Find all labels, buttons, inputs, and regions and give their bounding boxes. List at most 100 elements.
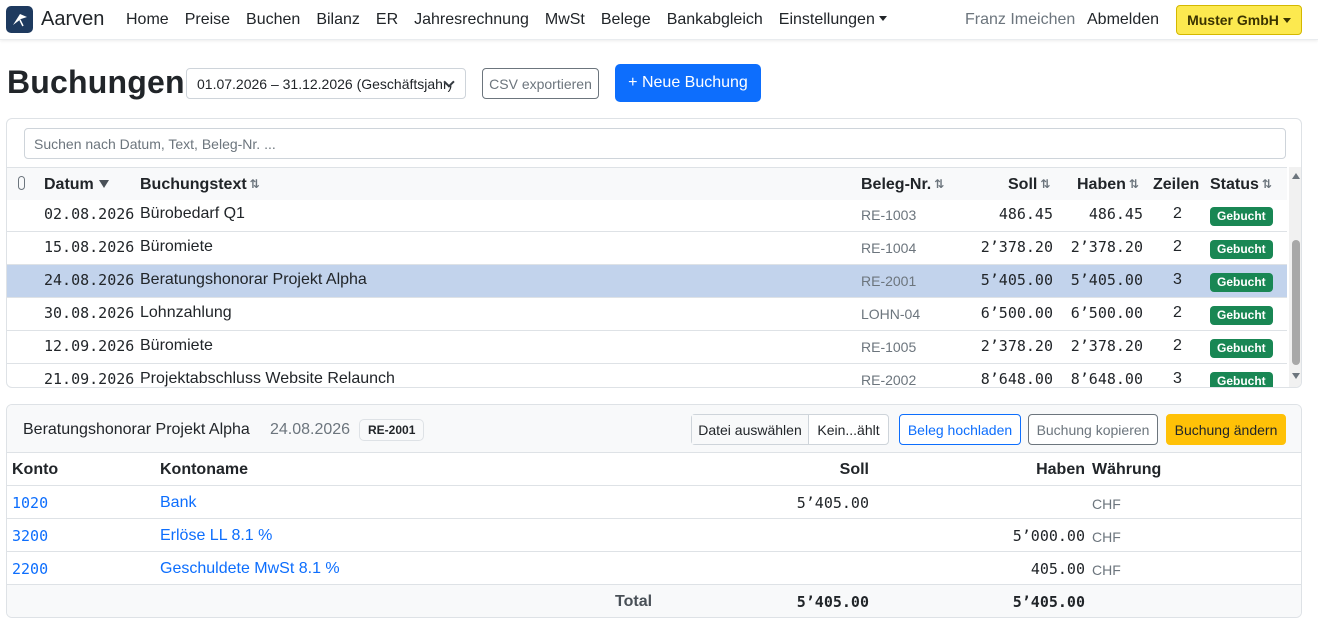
logout-link[interactable]: Abmelden [1087, 11, 1159, 29]
copy-booking-button[interactable]: Buchung kopieren [1028, 414, 1158, 445]
detail-line-row: 2200 Geschuldete MwSt 8.1 % 405.00 CHF [7, 552, 1301, 585]
nav-er[interactable]: ER [376, 11, 398, 29]
bookings-table-header: Datum Buchungstext ⇅ Beleg-Nr. ⇅ Soll ⇅ Hab… [7, 167, 1287, 200]
scroll-thumb[interactable] [1292, 240, 1300, 365]
row-date: 12.09.2026 [44, 337, 135, 355]
row-text: Büromiete [140, 337, 213, 354]
row-text: Bürobedarf Q1 [140, 205, 245, 222]
nav-jahresrechnung[interactable]: Jahresrechnung [414, 11, 529, 29]
table-row[interactable]: 30.08.2026 Lohnzahlung LOHN-04 6’500.00 … [7, 298, 1287, 331]
column-header-waehrung: Währung [1092, 461, 1162, 478]
status-badge: Gebucht [1210, 207, 1273, 226]
row-soll: 2’378.20 [980, 337, 1053, 355]
top-navbar: Aarven Home Preise Buchen Bilanz ER Jahr… [0, 0, 1318, 40]
brand[interactable]: Aarven [6, 6, 104, 33]
column-header-label: Status [1210, 176, 1259, 193]
detail-ref-badge: RE-2001 [359, 419, 425, 441]
row-date: 21.09.2026 [44, 370, 135, 388]
account-link[interactable]: 3200 [12, 527, 48, 545]
row-text: Lohnzahlung [140, 304, 232, 321]
nav-einstellungen-dropdown[interactable]: Einstellungen [779, 11, 887, 29]
column-header-buchungstext[interactable]: Buchungstext ⇅ [140, 176, 260, 194]
company-dropdown[interactable]: Muster GmbH [1176, 5, 1302, 35]
column-header-label: Haben [1077, 176, 1126, 193]
file-input[interactable]: Datei auswählen Kein...ählt [691, 414, 889, 445]
bookings-card: Datum Buchungstext⇅ Beleg-Nr.⇅ Soll⇅ Hab… [6, 118, 1302, 388]
account-link[interactable]: 2200 [12, 560, 48, 578]
row-date: 30.08.2026 [44, 304, 135, 322]
account-name-link[interactable]: Geschuldete MwSt 8.1 % [160, 560, 340, 578]
upload-receipt-button[interactable]: Beleg hochladen [899, 414, 1021, 445]
csv-export-button[interactable]: CSV exportieren [482, 68, 599, 99]
column-header-datum[interactable]: Datum [44, 176, 109, 194]
sort-desc-icon [98, 180, 109, 188]
table-row[interactable]: 02.08.2026 Bürobedarf Q1 RE-1003 486.45 … [7, 199, 1287, 232]
table-row[interactable]: 12.09.2026 Büromiete RE-1005 2’378.20 2’… [7, 331, 1287, 364]
row-ref: RE-1004 [861, 240, 917, 256]
brand-logo-icon [6, 6, 33, 33]
nav-mwst[interactable]: MwSt [545, 11, 585, 29]
account-link[interactable]: 1020 [12, 494, 48, 512]
line-currency: CHF [1092, 562, 1121, 578]
row-date: 02.08.2026 [44, 205, 135, 223]
period-select[interactable]: 01.07.2026 – 31.12.2026 (Geschäftsjahr) [186, 68, 466, 99]
nav-buchen[interactable]: Buchen [246, 11, 300, 29]
row-lines: 2 [1173, 205, 1182, 222]
table-row-selected[interactable]: 24.08.2026 Beratungshonorar Projekt Alph… [7, 265, 1287, 298]
file-name-label: Kein...ählt [817, 421, 880, 438]
account-name-link[interactable]: Erlöse LL 8.1 % [160, 527, 272, 545]
detail-date: 24.08.2026 [270, 421, 351, 438]
row-haben: 6’500.00 [1070, 304, 1143, 322]
row-text: Büromiete [140, 238, 213, 255]
scroll-down-icon[interactable] [1292, 373, 1300, 379]
search-input[interactable] [24, 128, 1286, 159]
row-haben: 2’378.20 [1070, 337, 1143, 355]
sort-icon: ⇅ [934, 177, 945, 191]
table-row[interactable]: 15.08.2026 Büromiete RE-1004 2’378.20 2’… [7, 232, 1287, 265]
total-label: Total [615, 593, 653, 610]
nav-links: Home Preise Buchen Bilanz ER Jahresrechn… [126, 11, 903, 29]
detail-table-header: Konto Kontoname Soll Haben Währung [7, 453, 1301, 486]
new-booking-button[interactable]: + Neue Buchung [615, 64, 761, 102]
column-header-label: Buchungstext [140, 176, 247, 193]
detail-total-row: Total 5’405.00 5’405.00 [7, 585, 1301, 617]
detail-line-row: 3200 Erlöse LL 8.1 % 5’000.00 CHF [7, 519, 1301, 552]
table-row[interactable]: 21.09.2026 Projektabschluss Website Rela… [7, 364, 1287, 388]
row-date: 15.08.2026 [44, 238, 135, 256]
column-header-status[interactable]: Status ⇅ [1210, 176, 1272, 194]
caret-down-icon [878, 16, 887, 21]
nav-belege[interactable]: Belege [601, 11, 651, 29]
row-haben: 8’648.00 [1070, 370, 1143, 388]
row-lines: 2 [1173, 337, 1182, 354]
column-header-zeilen: Zeilen [1153, 176, 1200, 193]
column-header-soll[interactable]: Soll ⇅ [1008, 176, 1050, 194]
row-soll: 6’500.00 [980, 304, 1053, 322]
row-text: Projektabschluss Website Relaunch [140, 370, 395, 387]
column-header-haben[interactable]: Haben ⇅ [1077, 176, 1139, 194]
page-title: Buchungen [7, 64, 185, 100]
table-scrollbar[interactable] [1289, 167, 1301, 387]
row-date: 24.08.2026 [44, 271, 135, 289]
row-ref: RE-2001 [861, 273, 917, 289]
nav-home[interactable]: Home [126, 11, 169, 29]
column-header-soll: Soll [839, 461, 869, 478]
row-soll: 2’378.20 [980, 238, 1053, 256]
booking-detail-card: Beratungshonorar Projekt Alpha 24.08.202… [6, 404, 1302, 618]
edit-booking-button[interactable]: Buchung ändern [1166, 414, 1286, 445]
nav-bankabgleich[interactable]: Bankabgleich [667, 11, 763, 29]
column-header-beleg[interactable]: Beleg-Nr. ⇅ [861, 176, 944, 194]
file-choose-button[interactable]: Datei auswählen [692, 415, 809, 444]
nav-bilanz[interactable]: Bilanz [316, 11, 360, 29]
row-ref: RE-1005 [861, 339, 917, 355]
row-soll: 486.45 [998, 205, 1053, 223]
sort-icon: ⇅ [1040, 177, 1051, 191]
detail-header: Beratungshonorar Projekt Alpha 24.08.202… [7, 405, 1301, 453]
account-name-link[interactable]: Bank [160, 494, 196, 512]
line-haben: 5’000.00 [1012, 527, 1085, 545]
scroll-up-icon[interactable] [1292, 173, 1300, 179]
sort-icon: ⇅ [249, 177, 260, 191]
nav-preise[interactable]: Preise [185, 11, 230, 29]
row-ref: RE-1003 [861, 207, 917, 223]
column-header-label: Soll [1008, 176, 1038, 193]
row-lines: 2 [1173, 238, 1182, 255]
